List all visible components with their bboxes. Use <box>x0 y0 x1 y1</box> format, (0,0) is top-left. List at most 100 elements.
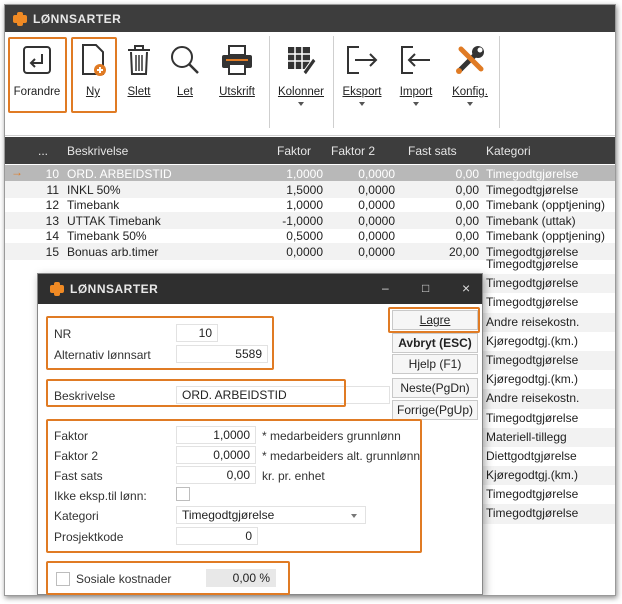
list-item[interactable]: Andre reisekostn. <box>483 389 615 409</box>
sosiale-kostnader-label: Sosiale kostnader <box>76 572 172 586</box>
list-item[interactable]: Timegodtgjørelse <box>483 504 615 524</box>
hjelp-button[interactable]: Hjelp (F1) <box>392 354 478 374</box>
table-row[interactable]: 12 Timebank 1,0000 0,0000 0,00 Timebank (oppt… <box>5 196 615 213</box>
list-item[interactable]: Timegodtgjørelse <box>483 485 615 504</box>
let-button[interactable]: Let <box>165 38 205 128</box>
table-row[interactable]: 14 Timebank 50% 0,5000 0,0000 0,00 Timebank (… <box>5 227 615 244</box>
kolonner-dropdown-icon <box>298 102 304 106</box>
app-logo-icon <box>13 11 27 26</box>
kolonner-label: Kolonner <box>277 86 325 98</box>
faktor-field[interactable]: 1,0000 <box>176 426 256 444</box>
cell-faktor: 0,0000 <box>286 244 323 259</box>
list-item[interactable]: Timegodtgjørelse <box>483 409 615 428</box>
prosjektkode-field[interactable]: 0 <box>176 527 258 545</box>
col-header-nr[interactable]: ... <box>38 144 48 158</box>
list-item[interactable]: Timegodtgjørelse <box>483 350 615 371</box>
cell-kategori: Timebank (opptjening) <box>486 229 605 243</box>
maximize-icon[interactable]: □ <box>422 281 430 295</box>
list-item[interactable]: Andre reisekostn. <box>483 312 615 332</box>
forandre-label: Forandre <box>13 86 61 98</box>
alt-lonnsart-field[interactable]: 5589 <box>176 345 268 363</box>
search-icon <box>165 40 205 80</box>
faktor-label: Faktor <box>54 429 89 443</box>
cell-faktor2: 0,0000 <box>358 167 395 181</box>
kategori-select[interactable]: Timegodtgjørelse <box>176 506 366 524</box>
neste-button[interactable]: Neste(PgDn) <box>392 378 478 398</box>
cell-faktor: 1,0000 <box>286 198 323 212</box>
import-button[interactable]: Import <box>393 38 439 128</box>
col-header-faktor[interactable]: Faktor <box>277 144 311 158</box>
col-header-beskrivelse[interactable]: Beskrivelse <box>67 144 128 158</box>
minimize-icon[interactable]: – <box>382 281 389 295</box>
col-header-faktor2[interactable]: Faktor 2 <box>331 144 375 158</box>
cell-beskrivelse: INKL 50% <box>67 182 121 197</box>
import-icon <box>396 40 436 80</box>
forandre-button[interactable]: Forandre <box>9 38 65 128</box>
alt-lonnsart-label: Alternativ lønnsart <box>54 348 151 362</box>
lagre-button[interactable]: Lagre <box>392 310 478 330</box>
app-title: LØNNSARTER <box>33 11 122 26</box>
forrige-button[interactable]: Forrige(PgUp) <box>392 400 478 420</box>
cell-fast-sats: 0,00 <box>455 182 479 197</box>
nr-label: NR <box>54 327 72 341</box>
utskrift-button[interactable]: Utskrift <box>213 38 261 128</box>
kategori-label: Kategori <box>54 509 99 523</box>
cell-beskrivelse: Bonuas arb.timer <box>67 244 159 259</box>
app-titlebar: LØNNSARTER <box>5 5 615 32</box>
cell-faktor: 0,5000 <box>286 229 323 243</box>
cell-faktor2: 0,0000 <box>358 244 395 259</box>
cell-kategori: Timebank (opptjening) <box>486 198 605 212</box>
beskrivelse-field[interactable]: ORD. ARBEIDSTID <box>176 386 390 404</box>
beskrivelse-label: Beskrivelse <box>54 389 116 403</box>
list-item[interactable]: Materiell-tillegg <box>483 427 615 447</box>
cell-kategori: Timegodtgjørelse <box>486 167 579 181</box>
konfig-button[interactable]: Konfig. <box>445 38 495 128</box>
list-item[interactable]: Timegodtgjørelse <box>483 274 615 294</box>
ikke-eksp-checkbox[interactable] <box>176 487 190 501</box>
close-icon[interactable]: × <box>462 280 471 296</box>
table-row[interactable]: → 10 ORD. ARBEIDSTID 1,0000 0,0000 0,00 Timego… <box>5 165 615 182</box>
cell-nr: 12 <box>45 198 59 212</box>
current-row-arrow-icon: → <box>11 165 23 179</box>
edit-icon <box>17 40 57 80</box>
faktor2-label: Faktor 2 <box>54 449 99 463</box>
faktor2-field[interactable]: 0,0000 <box>176 446 256 464</box>
eksport-label: Eksport <box>342 86 382 98</box>
konfig-dropdown-icon <box>467 102 473 106</box>
toolbar: Forandre Ny Slett Let Utskrift Kolonner … <box>5 32 615 136</box>
table-row[interactable]: 13 UTTAK Timebank -1,0000 0,0000 0,00 Timeban… <box>5 211 615 229</box>
avbryt-button[interactable]: Avbryt (ESC) <box>392 333 478 353</box>
col-header-kategori[interactable]: Kategori <box>486 144 531 158</box>
toolbar-separator <box>499 36 500 128</box>
list-item[interactable]: Timegodtgjørelse <box>483 255 615 274</box>
ny-button[interactable]: Ny <box>71 38 115 128</box>
cell-beskrivelse: Timebank <box>67 198 120 212</box>
fast-sats-field[interactable]: 0,00 <box>176 466 256 484</box>
cell-beskrivelse: UTTAK Timebank <box>67 213 161 228</box>
col-header-fast-sats[interactable]: Fast sats <box>408 144 457 158</box>
cell-fast-sats: 0,00 <box>455 229 479 243</box>
let-label: Let <box>177 86 193 98</box>
faktor-note: * medarbeiders grunnlønn <box>262 429 401 443</box>
cell-nr: 11 <box>46 182 59 197</box>
ny-label: Ny <box>85 86 101 98</box>
slett-button[interactable]: Slett <box>119 38 159 128</box>
cell-nr: 15 <box>45 244 59 259</box>
list-item[interactable]: Timegodtgjørelse <box>483 293 615 312</box>
cell-fast-sats: 0,00 <box>455 198 479 212</box>
cell-faktor: 1,0000 <box>286 167 323 181</box>
cell-beskrivelse: Timebank 50% <box>67 229 147 243</box>
table-row[interactable]: 11 INKL 50% 1,5000 0,0000 0,00 Timegodtgjørel… <box>5 180 615 198</box>
list-item[interactable]: Kjøregodtgj.(km.) <box>483 370 615 389</box>
list-item[interactable]: Kjøregodtgj.(km.) <box>483 332 615 351</box>
kolonner-button[interactable]: Kolonner <box>273 38 329 128</box>
list-item[interactable]: Kjøregodtgj.(km.) <box>483 466 615 486</box>
sosiale-kostnader-value: 0,00 % <box>206 569 276 587</box>
printer-icon <box>217 40 257 80</box>
sosiale-kostnader-checkbox[interactable] <box>56 572 70 586</box>
cell-fast-sats: 20,00 <box>448 244 479 259</box>
nr-field[interactable]: 10 <box>176 324 218 342</box>
list-item[interactable]: Diettgodtgjørelse <box>483 447 615 466</box>
new-document-icon <box>73 40 113 80</box>
eksport-button[interactable]: Eksport <box>337 38 387 128</box>
